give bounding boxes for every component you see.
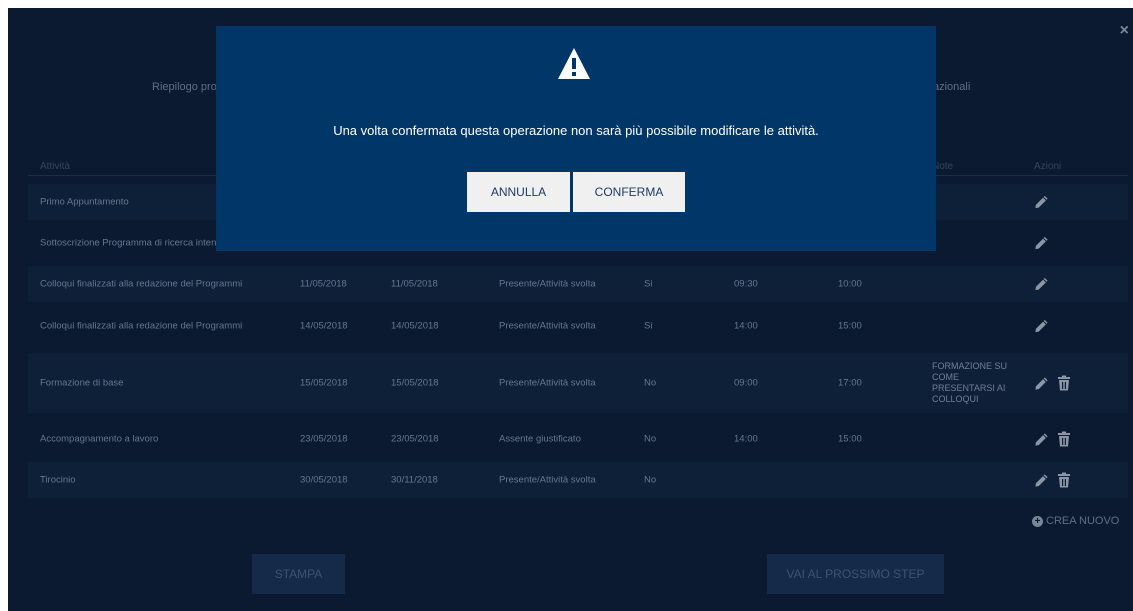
table-row: Formazione di base 15/05/2018 15/05/2018 Pr… xyxy=(28,353,1128,413)
pencil-icon[interactable] xyxy=(1034,277,1049,292)
time-from-cell: 09:30 xyxy=(734,278,758,290)
attended-cell: Si xyxy=(644,278,653,290)
date-from-cell: 11/05/2018 xyxy=(300,278,347,290)
date-to-cell: 11/05/2018 xyxy=(391,278,438,290)
pencil-icon[interactable] xyxy=(1034,195,1049,210)
activity-cell: Sottoscrizione Programma di ricerca inte… xyxy=(40,237,222,249)
status-cell: Presente/Attività svolta xyxy=(499,278,596,290)
date-from-cell: 23/05/2018 xyxy=(300,433,348,445)
time-from-cell: 14:00 xyxy=(734,320,758,332)
date-to-cell: 14/05/2018 xyxy=(391,320,439,332)
attended-cell: No xyxy=(644,377,657,389)
pencil-icon[interactable] xyxy=(1034,432,1049,447)
table-row: Accompagnamento a lavoro 23/05/2018 23/05/… xyxy=(28,421,1128,457)
time-to-cell: 15:00 xyxy=(838,433,862,445)
print-button[interactable]: STAMPA xyxy=(252,554,345,594)
attended-cell: No xyxy=(644,474,657,486)
date-to-cell: 30/11/2018 xyxy=(391,474,438,486)
confirm-button[interactable]: CONFERMA xyxy=(573,172,685,212)
row-actions xyxy=(1034,236,1049,251)
attended-cell: No xyxy=(644,433,657,445)
cancel-button[interactable]: ANNULLA xyxy=(467,172,570,212)
modal-message: Una volta confermata questa operazione n… xyxy=(333,123,819,138)
confirmation-modal: Una volta confermata questa operazione n… xyxy=(216,26,936,251)
header-actions: Azioni xyxy=(1034,161,1062,172)
row-actions xyxy=(1034,195,1049,210)
row-actions xyxy=(1034,431,1071,447)
note-cell: FORMAZIONE SU COME PRESENTARSI AI COLLOQ… xyxy=(932,361,1008,404)
pencil-icon[interactable] xyxy=(1034,319,1049,334)
attended-cell: Si xyxy=(644,320,653,332)
date-to-cell: 23/05/2018 xyxy=(391,433,439,445)
row-actions xyxy=(1034,375,1071,391)
trash-icon[interactable] xyxy=(1057,375,1071,391)
plus-circle-icon: + xyxy=(1032,515,1043,527)
next-step-button[interactable]: VAI AL PROSSIMO STEP xyxy=(767,554,944,594)
activity-cell: Accompagnamento a lavoro xyxy=(40,433,159,445)
pencil-icon[interactable] xyxy=(1034,473,1049,488)
create-new-button[interactable]: + CREA NUOVO xyxy=(1032,515,1119,527)
status-cell: Assente giustificato xyxy=(499,433,581,445)
summary-text-left: Riepilogo pro xyxy=(152,81,217,93)
close-icon[interactable]: × xyxy=(1120,22,1129,40)
date-from-cell: 30/05/2018 xyxy=(300,474,348,486)
status-cell: Presente/Attività svolta xyxy=(499,377,596,389)
date-from-cell: 14/05/2018 xyxy=(300,320,348,332)
warning-icon xyxy=(556,46,592,87)
activity-cell: Tirocinio xyxy=(40,474,76,486)
table-row: Colloqui finalizzati alla redazione del … xyxy=(28,266,1128,302)
time-from-cell: 14:00 xyxy=(734,433,758,445)
trash-icon[interactable] xyxy=(1057,472,1071,488)
activity-cell: Primo Appuntamento xyxy=(40,196,129,208)
trash-icon[interactable] xyxy=(1057,431,1071,447)
status-cell: Presente/Attività svolta xyxy=(499,320,596,332)
date-to-cell: 15/05/2018 xyxy=(391,377,439,389)
date-from-cell: 15/05/2018 xyxy=(300,377,348,389)
row-actions xyxy=(1034,277,1049,292)
activity-cell: Colloqui finalizzati alla redazione del … xyxy=(40,278,243,290)
row-actions xyxy=(1034,319,1049,334)
activity-cell: Colloqui finalizzati alla redazione del … xyxy=(40,320,243,332)
time-to-cell: 15:00 xyxy=(838,320,862,332)
activity-cell: Formazione di base xyxy=(40,377,124,389)
status-cell: Presente/Attività svolta xyxy=(499,474,596,486)
time-to-cell: 17:00 xyxy=(838,377,862,389)
pencil-icon[interactable] xyxy=(1034,376,1049,391)
time-from-cell: 09:00 xyxy=(734,377,758,389)
table-row: Tirocinio 30/05/2018 30/11/2018 Presente/At… xyxy=(28,462,1128,498)
summary-text-right: azionali xyxy=(933,81,971,93)
row-actions xyxy=(1034,472,1071,488)
header-activity: Attività xyxy=(40,161,71,172)
pencil-icon[interactable] xyxy=(1034,236,1049,251)
table-row: Colloqui finalizzati alla redazione del … xyxy=(28,308,1128,344)
create-new-label: CREA NUOVO xyxy=(1046,515,1120,527)
time-to-cell: 10:00 xyxy=(838,278,862,290)
